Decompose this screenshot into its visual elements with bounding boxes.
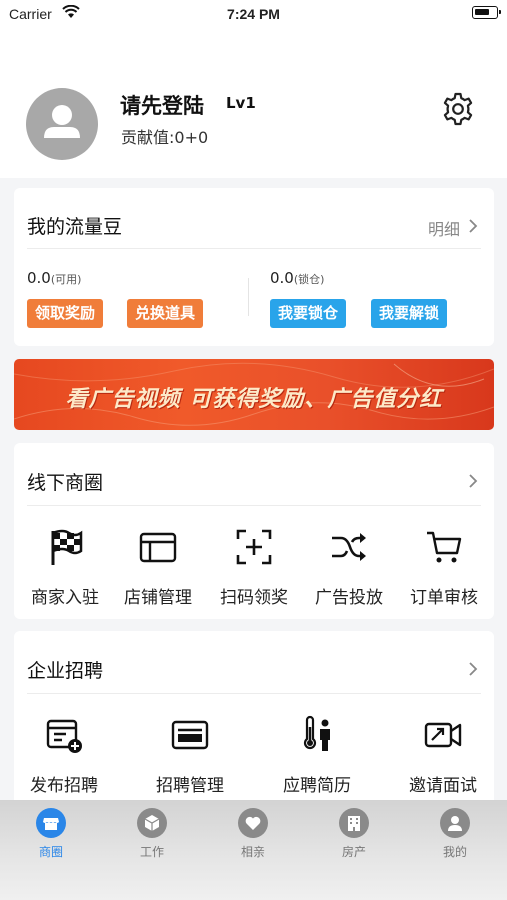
store-icon	[36, 808, 66, 838]
shuffle-icon	[332, 533, 366, 561]
tab-work[interactable]: 工作	[112, 808, 192, 860]
lock-button[interactable]: 我要锁仓	[270, 299, 347, 328]
grid-item-post-job[interactable]: 发布招聘	[16, 715, 112, 796]
user-icon	[440, 808, 470, 838]
heart-icon	[238, 808, 268, 838]
id-card-icon	[171, 720, 209, 750]
package-icon	[137, 808, 167, 838]
post-job-icon	[46, 719, 82, 753]
user-silhouette-icon	[44, 105, 80, 138]
tab-mine[interactable]: 我的	[415, 808, 495, 860]
level-badge: Lv1	[226, 94, 256, 112]
username[interactable]: 请先登陆	[120, 90, 204, 120]
banner-text: 看广告视频 可获得奖励、广告值分红	[65, 387, 443, 412]
grid-item-label: 订单审核	[410, 588, 478, 608]
grid-item-order-review[interactable]: 订单审核	[396, 527, 492, 608]
tab-label: 我的	[442, 845, 467, 859]
offline-business-card: 线下商圈 商家入驻 店铺管理 扫码领奖 广告投放 订单审核	[14, 443, 494, 619]
tab-label: 相亲	[240, 845, 265, 859]
settings-gear-icon[interactable]	[440, 91, 476, 127]
detail-link[interactable]: 明细	[428, 216, 460, 240]
tab-bar: 商圈 工作 相亲 房产 我的	[0, 800, 507, 900]
cart-icon	[427, 531, 462, 563]
battery-icon	[472, 6, 501, 19]
exchange-props-button[interactable]: 兑换道具	[127, 299, 204, 328]
grid-item-store-management[interactable]: 店铺管理	[110, 527, 206, 608]
storefront-icon	[139, 532, 177, 563]
grid-item-merchant-join[interactable]: 商家入驻	[17, 527, 113, 608]
available-amount: 0.0(可用)	[27, 269, 81, 287]
chevron-right-icon[interactable]	[466, 474, 480, 488]
ad-banner[interactable]: 看广告视频 可获得奖励、广告值分红	[14, 359, 494, 430]
contribution-value: 贡献值:0+0	[121, 128, 209, 147]
profile-header: 请先登陆 Lv1 贡献值:0+0	[0, 28, 507, 178]
tab-business[interactable]: 商圈	[11, 808, 91, 860]
unlock-button[interactable]: 我要解锁	[371, 299, 448, 328]
divider-vertical	[248, 278, 249, 316]
recruitment-card: 企业招聘 发布招聘 招聘管理 应聘简历 邀请面试	[14, 631, 494, 811]
flow-beans-card: 我的流量豆 明细 0.0(可用) 0.0(锁仓) 领取奖励 兑换道具 我要锁仓 …	[14, 188, 494, 346]
clock: 7:24 PM	[227, 6, 280, 22]
grid-item-label: 应聘简历	[283, 776, 351, 796]
available-label: (可用)	[50, 273, 82, 286]
locked-amount: 0.0(锁仓)	[270, 269, 324, 287]
scan-icon	[236, 529, 272, 565]
grid-item-scan-reward[interactable]: 扫码领奖	[206, 527, 302, 608]
grid-item-label: 招聘管理	[156, 776, 224, 796]
tab-label: 商圈	[38, 845, 63, 859]
video-call-icon	[424, 722, 462, 748]
chevron-right-icon[interactable]	[466, 662, 480, 676]
flow-beans-title: 我的流量豆	[27, 216, 123, 238]
locked-value: 0.0	[270, 269, 294, 287]
thermometer-person-icon	[303, 715, 330, 751]
grid-item-resumes[interactable]: 应聘简历	[269, 715, 365, 796]
grid-item-label: 发布招聘	[30, 776, 98, 796]
divider	[27, 693, 481, 694]
tab-real-estate[interactable]: 房产	[314, 808, 394, 860]
status-bar: Carrier 7:24 PM	[0, 0, 507, 28]
divider	[27, 505, 481, 506]
grid-item-recruit-management[interactable]: 招聘管理	[142, 715, 238, 796]
available-value: 0.0	[27, 269, 51, 287]
checkered-flag-icon	[51, 529, 83, 565]
claim-reward-button[interactable]: 领取奖励	[27, 299, 104, 328]
grid-item-ad-placement[interactable]: 广告投放	[301, 527, 397, 608]
chevron-right-icon[interactable]	[466, 219, 480, 233]
offline-business-title: 线下商圈	[27, 472, 104, 494]
grid-item-invite-interview[interactable]: 邀请面试	[395, 715, 491, 796]
building-icon	[339, 808, 369, 838]
grid-item-label: 邀请面试	[409, 776, 477, 796]
locked-label: (锁仓)	[293, 273, 325, 286]
tab-dating[interactable]: 相亲	[213, 808, 293, 860]
divider	[27, 248, 481, 249]
recruitment-title: 企业招聘	[27, 660, 104, 682]
tab-label: 工作	[139, 845, 164, 859]
avatar[interactable]	[26, 88, 98, 160]
tab-label: 房产	[341, 845, 366, 859]
